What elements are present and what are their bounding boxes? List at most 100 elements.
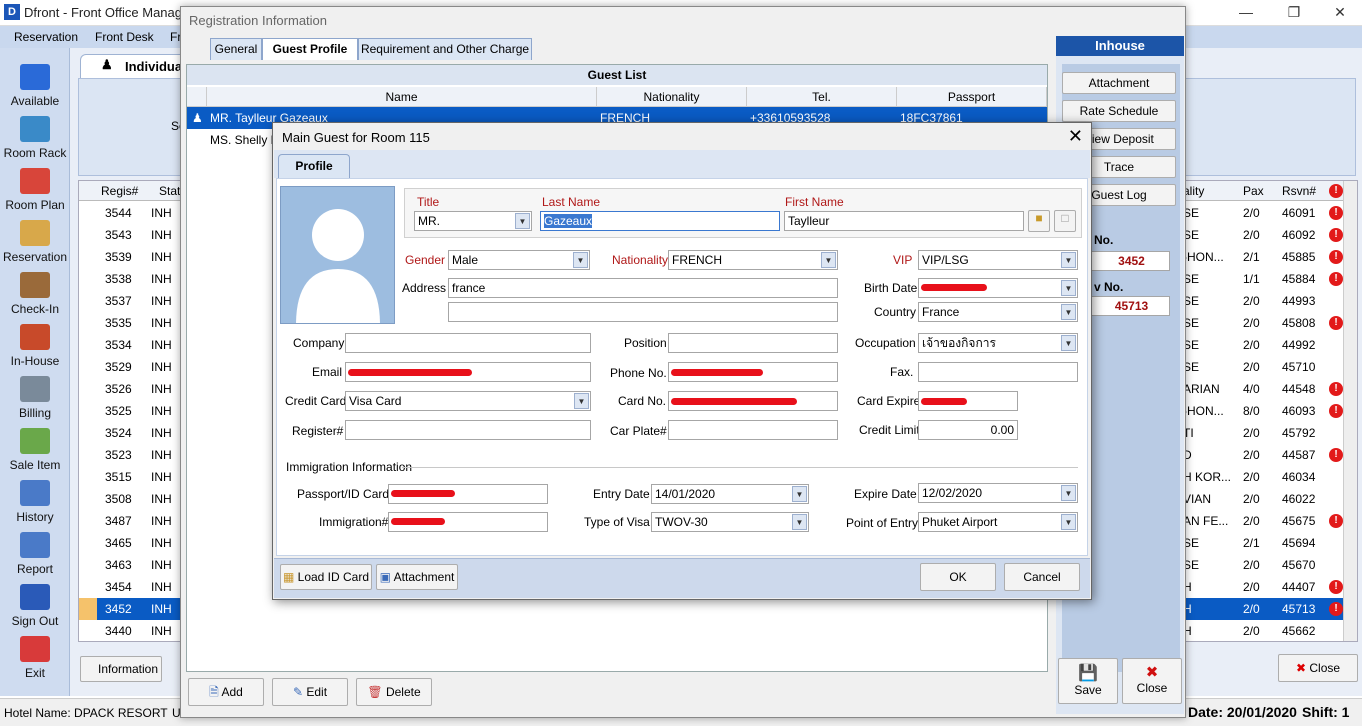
information-button[interactable]: Information — [80, 656, 162, 682]
scrollbar[interactable] — [1343, 181, 1357, 641]
table-row[interactable]: 3524 INH — [79, 422, 187, 444]
sidebar-item-sale-item[interactable]: Sale Item — [0, 424, 70, 476]
register-input[interactable] — [345, 420, 591, 440]
sidebar-item-reservation[interactable]: Reservation — [0, 216, 70, 268]
table-row[interactable]: 3465 INH — [79, 532, 187, 554]
dialog-close-icon[interactable]: ✕ — [1068, 126, 1083, 147]
position-input[interactable] — [668, 333, 838, 353]
guest-photo[interactable] — [280, 186, 395, 324]
table-row[interactable]: 3529 INH — [79, 356, 187, 378]
rate-schedule-button[interactable]: Rate Schedule — [1062, 100, 1176, 122]
table-row[interactable]: H 2/0 45713! — [1179, 598, 1343, 620]
tab-general[interactable]: General — [210, 38, 262, 60]
attachment-button[interactable]: Attachment — [1062, 72, 1176, 94]
save-button[interactable]: 💾 Save — [1058, 658, 1118, 704]
tab-profile[interactable]: Profile — [278, 154, 350, 178]
sidebar-item-report[interactable]: Report — [0, 528, 70, 580]
table-row[interactable]: -HON... 8/0 46093! — [1179, 400, 1343, 422]
sidebar-item-check-in[interactable]: Check-In — [0, 268, 70, 320]
nationality-select[interactable]: FRENCH ▼ — [668, 250, 838, 270]
table-row[interactable]: SE 2/0 45808! — [1179, 312, 1343, 334]
email-input[interactable] — [345, 362, 591, 382]
entry-date-input[interactable]: 14/01/2020 ▼ — [651, 484, 809, 504]
credit-limit-input[interactable]: 0.00 — [918, 420, 1018, 440]
table-row[interactable]: D 2/0 44587! — [1179, 444, 1343, 466]
close-window-icon[interactable]: ✕ — [1320, 2, 1360, 22]
immigration-input[interactable] — [388, 512, 548, 532]
menu-reservation[interactable]: Reservation — [14, 30, 78, 44]
last-name-input[interactable]: Gazeaux — [540, 211, 780, 231]
table-row[interactable]: 3463 INH — [79, 554, 187, 576]
table-row[interactable]: SE 2/0 46092! — [1179, 224, 1343, 246]
table-row[interactable]: SE 2/0 45710 — [1179, 356, 1343, 378]
occupation-select[interactable]: เจ้าของกิจการ ▼ — [918, 333, 1078, 353]
table-row[interactable]: 3440 INH — [79, 620, 187, 642]
company-input[interactable] — [345, 333, 591, 353]
table-row[interactable]: 3454 INH — [79, 576, 187, 598]
expire-date-input[interactable]: 12/02/2020 ▼ — [918, 483, 1078, 503]
passport-input[interactable] — [388, 484, 548, 504]
visa-type-select[interactable]: TWOV-30 ▼ — [651, 512, 809, 532]
table-row[interactable]: 3523 INH — [79, 444, 187, 466]
table-row[interactable]: 3544 INH — [79, 202, 187, 224]
table-row[interactable]: H 2/0 45662 — [1179, 620, 1343, 642]
table-row[interactable]: SE 2/0 45670 — [1179, 554, 1343, 576]
point-of-entry-select[interactable]: Phuket Airport ▼ — [918, 512, 1078, 532]
sidebar-item-room-rack[interactable]: Room Rack — [0, 112, 70, 164]
gender-select[interactable]: Male ▼ — [448, 250, 590, 270]
birth-date-input[interactable]: ▼ — [918, 278, 1078, 298]
minimize-icon[interactable]: — — [1226, 2, 1266, 22]
table-row[interactable]: 3539 INH — [79, 246, 187, 268]
document-icon[interactable]: □ — [1054, 210, 1076, 232]
sidebar-item-sign-out[interactable]: Sign Out — [0, 580, 70, 632]
tab-guest-profile[interactable]: Guest Profile — [262, 38, 358, 60]
add-button[interactable]: 🗎 Add — [188, 678, 264, 706]
sidebar-item-billing[interactable]: Billing — [0, 372, 70, 424]
tab-individual[interactable]: ♟ Individua — [80, 54, 190, 78]
table-row[interactable]: SE 1/1 45884! — [1179, 268, 1343, 290]
ok-button[interactable]: OK — [920, 563, 996, 591]
table-row[interactable]: 3537 INH — [79, 290, 187, 312]
table-row[interactable]: 3534 INH — [79, 334, 187, 356]
title-select[interactable]: MR. ▼ — [414, 211, 532, 231]
tab-requirement[interactable]: Requirement and Other Charge — [358, 38, 532, 60]
bg-close-button[interactable]: ✖ Close — [1278, 654, 1358, 682]
car-plate-input[interactable] — [668, 420, 838, 440]
fax-input[interactable] — [918, 362, 1078, 382]
table-row[interactable]: H KOR... 2/0 46034 — [1179, 466, 1343, 488]
address-line1-input[interactable]: france — [448, 278, 838, 298]
country-select[interactable]: France ▼ — [918, 302, 1078, 322]
table-row[interactable]: 3535 INH — [79, 312, 187, 334]
sidebar-item-room-plan[interactable]: Room Plan — [0, 164, 70, 216]
card-no-input[interactable] — [668, 391, 838, 411]
edit-button[interactable]: ✎ Edit — [272, 678, 348, 706]
table-row[interactable]: SE 2/0 46091! — [1179, 202, 1343, 224]
menu-front-desk[interactable]: Front Desk — [95, 30, 154, 44]
phone-input[interactable] — [668, 362, 838, 382]
table-row[interactable]: SE 2/1 45694 — [1179, 532, 1343, 554]
attachment-button[interactable]: ▣ Attachment — [376, 564, 458, 590]
sidebar-item-available[interactable]: Available — [0, 60, 70, 112]
table-row[interactable]: 3508 INH — [79, 488, 187, 510]
first-name-input[interactable]: Taylleur — [784, 211, 1024, 231]
table-row[interactable]: VIAN 2/0 46022 — [1179, 488, 1343, 510]
table-row[interactable]: 3543 INH — [79, 224, 187, 246]
sidebar-item-in-house[interactable]: In-House — [0, 320, 70, 372]
sidebar-item-exit[interactable]: Exit — [0, 632, 70, 684]
close-button[interactable]: ✖ Close — [1122, 658, 1182, 704]
cancel-button[interactable]: Cancel — [1004, 563, 1080, 591]
table-row[interactable]: H 2/0 44407! — [1179, 576, 1343, 598]
table-row[interactable]: ARIAN 4/0 44548! — [1179, 378, 1343, 400]
table-row[interactable]: SE 2/0 44992 — [1179, 334, 1343, 356]
load-id-card-button[interactable]: ▦ Load ID Card — [280, 564, 372, 590]
maximize-icon[interactable]: ❐ — [1274, 2, 1314, 22]
sidebar-item-history[interactable]: History — [0, 476, 70, 528]
table-row[interactable]: 3515 INH — [79, 466, 187, 488]
table-row[interactable]: 3526 INH — [79, 378, 187, 400]
vip-select[interactable]: VIP/LSG ▼ — [918, 250, 1078, 270]
table-row[interactable]: TI 2/0 45792 — [1179, 422, 1343, 444]
table-row[interactable]: -HON... 2/1 45885! — [1179, 246, 1343, 268]
table-row[interactable]: 3525 INH — [79, 400, 187, 422]
table-row[interactable]: SE 2/0 44993 — [1179, 290, 1343, 312]
credit-card-select[interactable]: Visa Card ▼ — [345, 391, 591, 411]
